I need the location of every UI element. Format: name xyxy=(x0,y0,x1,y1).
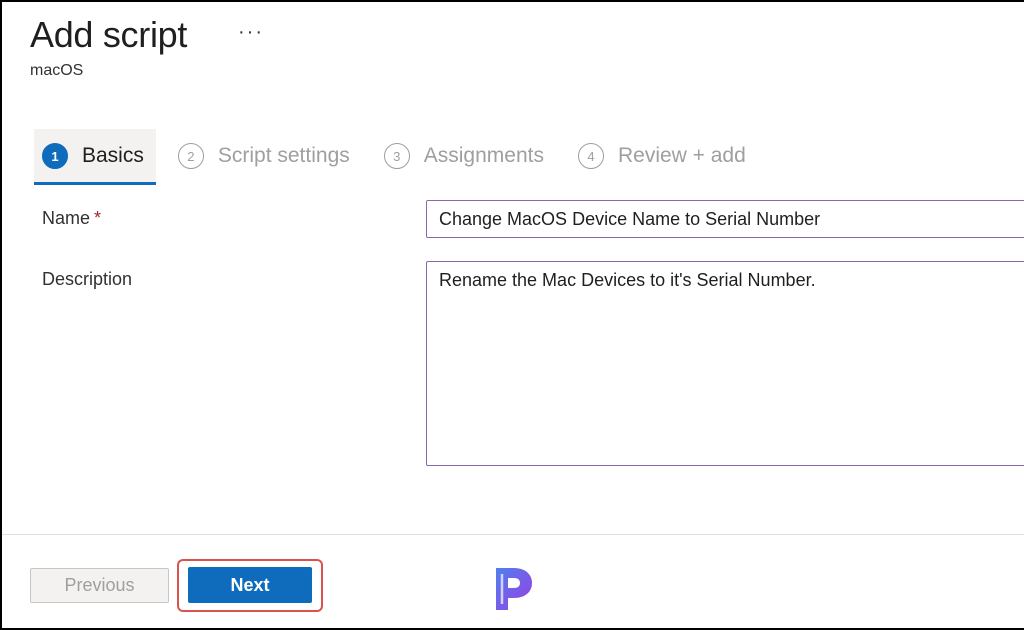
required-marker: * xyxy=(94,208,102,228)
name-label: Name * xyxy=(42,208,101,229)
step-number-4: 4 xyxy=(577,143,604,169)
tab-script-settings[interactable]: 2 Script settings xyxy=(170,129,362,183)
wizard-steps: 1 Basics 2 Script settings 3 Assignments… xyxy=(34,128,772,185)
description-label: Description xyxy=(42,269,133,289)
name-label-text: Name xyxy=(42,208,91,228)
previous-button[interactable]: Previous xyxy=(30,568,169,603)
step-number-3: 3 xyxy=(383,143,410,169)
step-label-review-add: Review + add xyxy=(617,144,746,167)
name-input[interactable]: Change MacOS Device Name to Serial Numbe… xyxy=(426,200,1024,238)
step-label-script-settings: Script settings xyxy=(217,144,350,167)
name-input-value: Change MacOS Device Name to Serial Numbe… xyxy=(439,208,821,229)
description-textarea[interactable]: Rename the Mac Devices to it's Serial Nu… xyxy=(426,261,1024,466)
step-label-basics: Basics xyxy=(82,144,144,167)
description-textarea-value: Rename the Mac Devices to it's Serial Nu… xyxy=(439,270,816,290)
next-button[interactable]: Next xyxy=(188,567,312,603)
page-title: Add script xyxy=(30,14,188,55)
step-number-1: 1 xyxy=(42,143,68,169)
tab-assignments[interactable]: 3 Assignments xyxy=(376,129,556,183)
step-number-2: 2 xyxy=(177,143,204,169)
page-subtitle: macOS xyxy=(30,62,84,79)
tab-review-add[interactable]: 4 Review + add xyxy=(570,129,758,183)
footer-divider xyxy=(2,534,1024,535)
brand-logo-icon xyxy=(496,568,532,610)
app-frame: Add script ··· macOS 1 Basics 2 Script s… xyxy=(0,0,1024,630)
tab-basics[interactable]: 1 Basics xyxy=(34,129,156,185)
step-label-assignments: Assignments xyxy=(423,144,544,167)
more-horizontal-icon[interactable]: ··· xyxy=(238,22,264,42)
